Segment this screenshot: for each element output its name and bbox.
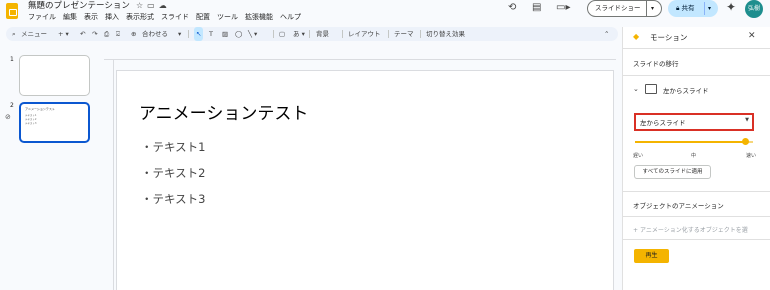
- speed-slider-track[interactable]: [635, 141, 751, 143]
- meet-icon[interactable]: ▭▸: [556, 2, 570, 13]
- add-comment-icon[interactable]: ▢: [279, 27, 285, 41]
- zoom-icon[interactable]: ⊕: [131, 27, 136, 41]
- title-icons: ☆▭☁: [136, 1, 171, 10]
- history-icon[interactable]: ⟲: [508, 2, 516, 13]
- comment-icon[interactable]: ▤: [532, 2, 541, 13]
- close-icon[interactable]: ✕: [748, 31, 756, 41]
- thumbnail-line: テキスト3: [25, 122, 37, 125]
- bullet-item[interactable]: ・テキスト1: [141, 139, 205, 155]
- slide-title-text[interactable]: アニメーションテスト: [139, 99, 308, 124]
- theme-button[interactable]: テーマ: [394, 27, 414, 41]
- shape-icon[interactable]: ◯: [235, 27, 242, 41]
- menu-arrange[interactable]: 配置: [196, 12, 210, 22]
- slideshow-label: スライドショー: [595, 4, 641, 12]
- chevron-down-icon[interactable]: ▾: [708, 0, 711, 17]
- transition-button[interactable]: 切り替え効果: [426, 27, 465, 41]
- input-tools-icon[interactable]: あ ▾: [293, 27, 305, 41]
- speed-label-slow: 遅い: [633, 153, 644, 159]
- textbox-icon[interactable]: T: [209, 27, 213, 41]
- slideshow-button[interactable]: スライドショー ▾: [587, 0, 662, 17]
- image-icon[interactable]: ▨: [222, 27, 228, 41]
- attachment-icon: ⊘: [5, 113, 11, 121]
- bullet-item[interactable]: ・テキスト2: [141, 165, 205, 181]
- speed-slider-handle[interactable]: [742, 138, 749, 145]
- horizontal-ruler[interactable]: [104, 50, 616, 60]
- lock-icon: 🔒︎: [676, 4, 680, 12]
- thumbnail-title: アニメーションテスト: [25, 107, 55, 111]
- chevron-down-icon[interactable]: ⌄: [633, 85, 639, 93]
- menu-help[interactable]: ヘルプ: [280, 12, 301, 22]
- transition-section-heading: スライドの移行: [633, 60, 679, 68]
- motion-icon: ◆: [633, 32, 640, 41]
- document-title[interactable]: 無題のプレゼンテーション: [28, 0, 130, 12]
- plus-icon: +: [633, 227, 640, 234]
- menu-view[interactable]: 表示: [84, 12, 98, 22]
- line-icon[interactable]: ╲ ▾: [248, 27, 257, 41]
- menu-search-label[interactable]: メニュー: [21, 27, 47, 41]
- new-slide-icon[interactable]: + ▾: [58, 27, 69, 41]
- background-button[interactable]: 背景: [316, 27, 329, 41]
- title-bar: 無題のプレゼンテーション ☆▭☁ ファイル 編集 表示 挿入 表示形式 スライド…: [0, 0, 770, 24]
- panel-title: モーション: [650, 33, 688, 42]
- star-icon[interactable]: ☆: [136, 1, 147, 10]
- add-animation-label: アニメーション化するオブジェクトを選: [639, 227, 748, 234]
- slide-number: 1: [10, 56, 14, 63]
- share-label: 共有: [681, 4, 695, 12]
- chevron-down-icon[interactable]: ▾: [178, 27, 181, 41]
- redo-icon[interactable]: ↷: [92, 27, 97, 41]
- gemini-sparkle-icon[interactable]: ✦: [726, 0, 736, 14]
- paint-format-icon[interactable]: ⍃: [116, 27, 120, 41]
- menu-extensions[interactable]: 拡張機能: [245, 12, 273, 22]
- print-icon[interactable]: ⎙: [104, 27, 109, 41]
- folder-icon[interactable]: ▭: [147, 1, 159, 10]
- menu-tools[interactable]: ツール: [217, 12, 238, 22]
- vertical-ruler[interactable]: [104, 60, 114, 290]
- menu-slide[interactable]: スライド: [161, 12, 189, 22]
- menu-bar: ファイル 編集 表示 挿入 表示形式 スライド 配置 ツール 拡張機能 ヘルプ: [28, 12, 301, 22]
- share-button[interactable]: 🔒︎ 共有 ▾: [668, 0, 718, 17]
- collapse-toolbar-icon[interactable]: ⌃: [604, 27, 609, 41]
- play-button[interactable]: 再生: [634, 249, 669, 263]
- slides-app: 無題のプレゼンテーション ☆▭☁ ファイル 編集 表示 挿入 表示形式 スライド…: [0, 0, 770, 290]
- search-icon[interactable]: ⌕: [12, 27, 16, 41]
- slide-filmstrip: 1 2 アニメーションテスト テキスト1 テキスト2 テキスト3: [0, 46, 100, 290]
- menu-edit[interactable]: 編集: [63, 12, 77, 22]
- speed-label-fast: 速い: [746, 153, 757, 159]
- chevron-down-icon[interactable]: ▾: [651, 1, 654, 16]
- chevron-down-icon: ▼: [745, 117, 749, 123]
- toolbar: ⌕ メニュー + ▾ ↶ ↷ ⎙ ⍃ ⊕ 合わせる ▾ ↖ T ▨ ◯ ╲ ▾ …: [6, 27, 618, 41]
- menu-format[interactable]: 表示形式: [126, 12, 154, 22]
- slide-thumbnail-2[interactable]: アニメーションテスト テキスト1 テキスト2 テキスト3: [19, 102, 90, 143]
- object-animation-heading: オブジェクトのアニメーション: [633, 202, 724, 210]
- slide-canvas[interactable]: アニメーションテスト ・テキスト1 ・テキスト2 ・テキスト3: [116, 70, 614, 290]
- motion-panel: ◆ モーション ✕ スライドの移行 ⌄ 左からスライド 左からスライド ▼ 遅い…: [622, 27, 770, 290]
- layout-button[interactable]: レイアウト: [348, 27, 381, 41]
- transition-type-select[interactable]: 左からスライド ▼: [634, 113, 754, 131]
- slide-transition-icon: [645, 84, 657, 94]
- speed-label-mid: 中: [691, 153, 697, 159]
- select-cursor-icon[interactable]: ↖: [194, 27, 204, 41]
- menu-insert[interactable]: 挿入: [105, 12, 119, 22]
- menu-file[interactable]: ファイル: [28, 12, 56, 22]
- slide-number: 2: [10, 102, 14, 109]
- transition-type-value: 左からスライド: [640, 119, 686, 127]
- transition-name[interactable]: 左からスライド: [663, 85, 709, 95]
- undo-icon[interactable]: ↶: [80, 27, 85, 41]
- add-animation-link[interactable]: + アニメーション化するオブジェクトを選: [633, 225, 748, 234]
- zoom-select[interactable]: 合わせる: [142, 27, 168, 41]
- cloud-icon[interactable]: ☁: [159, 1, 171, 10]
- bullet-item[interactable]: ・テキスト3: [141, 191, 205, 207]
- apply-to-all-button[interactable]: すべてのスライドに適用: [634, 165, 711, 179]
- avatar[interactable]: 弘樹: [745, 0, 763, 18]
- slide-thumbnail-1[interactable]: [19, 55, 90, 96]
- slides-logo-icon[interactable]: [6, 3, 18, 19]
